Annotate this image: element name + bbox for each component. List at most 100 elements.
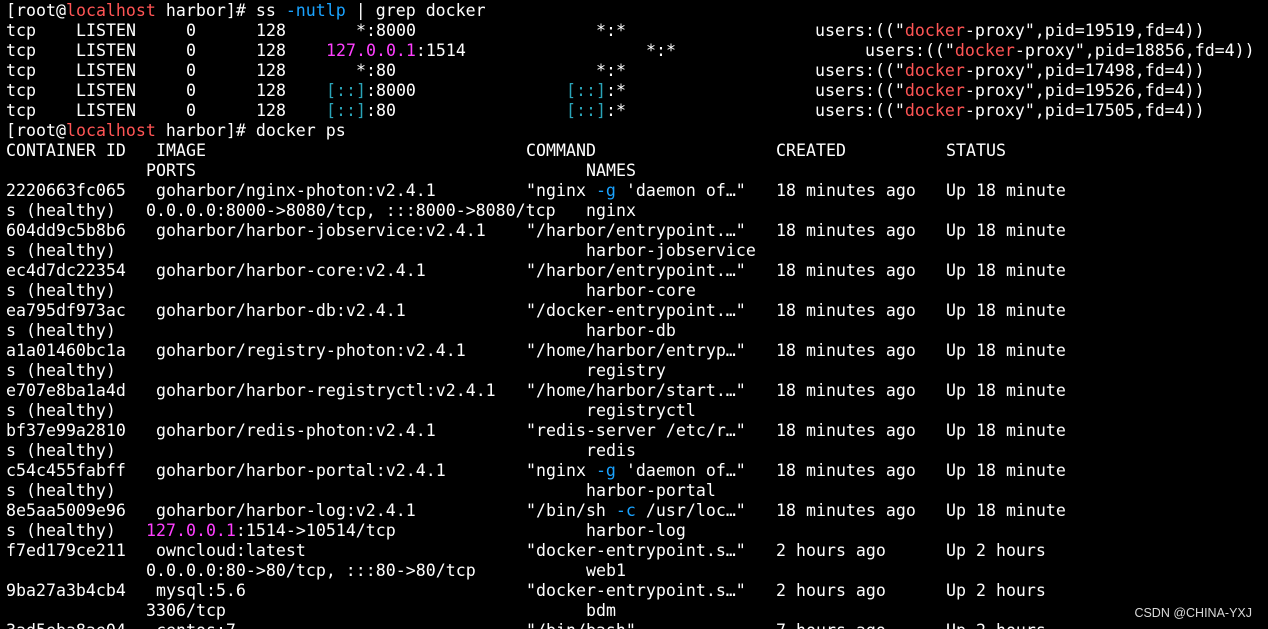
header-names: NAMES — [586, 161, 636, 180]
container-created: 7 hours ago — [776, 621, 886, 629]
container-image: goharbor/harbor-db:v2.4.1 — [156, 301, 406, 320]
ss-recvq: 0 — [186, 61, 196, 80]
terminal-window[interactable]: [root@localhost harbor]# ss -nutlp | gre… — [6, 1, 1268, 629]
container-status-cont: s (healthy) — [6, 241, 116, 260]
container-name: bdm — [586, 601, 616, 620]
container-row: e707e8ba1a4d goharbor/harbor-registryctl… — [6, 381, 1268, 401]
container-id: ec4d7dc22354 — [6, 261, 126, 280]
container-name: harbor-portal — [586, 481, 716, 500]
container-image: goharbor/harbor-registryctl:v2.4.1 — [156, 381, 496, 400]
header-created: CREATED — [776, 141, 846, 160]
ss-state: LISTEN — [76, 101, 136, 120]
ss-row: tcp LISTEN 0 128 [::]:80 [::]:* users:((… — [6, 101, 1268, 121]
ss-proto: tcp — [6, 81, 36, 100]
container-row: 8e5aa5009e96 goharbor/harbor-log:v2.4.1 … — [6, 501, 1268, 521]
ss-peer-address: *:* — [596, 21, 626, 40]
container-row-cont: s (healthy) harbor-portal — [6, 481, 1268, 501]
container-image: goharbor/harbor-core:v2.4.1 — [156, 261, 426, 280]
container-status-cont: s (healthy) — [6, 281, 116, 300]
container-status: Up 18 minute — [946, 181, 1066, 200]
command-text: | grep docker — [345, 1, 486, 20]
container-command: "/harbor/entrypoint.…" — [526, 261, 746, 280]
container-id: ea795df973ac — [6, 301, 126, 320]
container-row-cont: s (healthy) harbor-jobservice — [6, 241, 1268, 261]
header-status: STATUS — [946, 141, 1006, 160]
container-status: Up 2 hours — [946, 581, 1046, 600]
ss-sendq: 128 — [256, 61, 286, 80]
container-image: goharbor/harbor-portal:v2.4.1 — [156, 461, 446, 480]
command-text: docker ps — [255, 121, 346, 140]
prompt-host: localhost — [65, 1, 156, 20]
container-image: owncloud:latest — [156, 541, 306, 560]
ss-peer-address: [::]:* — [566, 101, 626, 120]
container-name: web1 — [586, 561, 626, 580]
ss-process: users:(("docker-proxy",pid=19526,fd=4)) — [815, 81, 1205, 100]
container-row: 3ad5eba8ae04 centos:7 "/bin/bash" 7 hour… — [6, 621, 1268, 629]
container-id: 3ad5eba8ae04 — [6, 621, 126, 629]
container-ports: 3306/tcp — [146, 601, 226, 620]
container-name: harbor-jobservice — [586, 241, 756, 260]
container-id: 9ba27a3b4cb4 — [6, 581, 126, 600]
container-status: Up 18 minute — [946, 261, 1066, 280]
container-status: Up 2 hours — [946, 541, 1046, 560]
container-image: goharbor/registry-photon:v2.4.1 — [156, 341, 466, 360]
container-ports: 127.0.0.1:1514->10514/tcp — [146, 521, 396, 540]
ss-process: users:(("docker-proxy",pid=18856,fd=4)) — [865, 41, 1255, 60]
container-status: Up 18 minute — [946, 301, 1066, 320]
container-row-cont: s (healthy) 0.0.0.0:8000->8080/tcp, :::8… — [6, 201, 1268, 221]
container-created: 18 minutes ago — [776, 301, 916, 320]
container-name: harbor-log — [586, 521, 686, 540]
ss-process: users:(("docker-proxy",pid=17505,fd=4)) — [815, 101, 1205, 120]
container-created: 18 minutes ago — [776, 421, 916, 440]
container-created: 18 minutes ago — [776, 381, 916, 400]
container-row: 9ba27a3b4cb4 mysql:5.6 "docker-entrypoin… — [6, 581, 1268, 601]
container-created: 18 minutes ago — [776, 221, 916, 240]
container-status-cont: s (healthy) — [6, 201, 116, 220]
ss-process: users:(("docker-proxy",pid=19519,fd=4)) — [815, 21, 1205, 40]
container-name: registry — [586, 361, 666, 380]
container-image: goharbor/harbor-jobservice:v2.4.1 — [156, 221, 486, 240]
container-image: centos:7 — [156, 621, 236, 629]
ss-proto: tcp — [6, 101, 36, 120]
ss-local-address: [::]:8000 — [326, 81, 416, 100]
container-status-cont: s (healthy) — [6, 481, 116, 500]
container-id: 604dd9c5b8b6 — [6, 221, 126, 240]
ss-sendq: 128 — [256, 81, 286, 100]
ss-state: LISTEN — [76, 41, 136, 60]
container-command: "/bin/bash" — [526, 621, 636, 629]
ss-sendq: 128 — [256, 41, 286, 60]
ps-header: PORTS NAMES — [6, 161, 1268, 181]
container-status: Up 2 hours — [946, 621, 1046, 629]
container-command: "nginx -g 'daemon of…" — [526, 181, 746, 200]
container-command: "/home/harbor/entryp…" — [526, 341, 746, 360]
prompt-line: [root@localhost harbor]# ss -nutlp | gre… — [6, 1, 486, 20]
ss-sendq: 128 — [256, 21, 286, 40]
container-command: "/bin/sh -c /usr/loc…" — [526, 501, 746, 520]
command-flag: -nutlp — [285, 1, 346, 20]
container-name: redis — [586, 441, 636, 460]
ss-row: tcp LISTEN 0 128 *:8000 *:* users:(("doc… — [6, 21, 1268, 41]
ss-local-address: *:80 — [356, 61, 396, 80]
container-command: "/harbor/entrypoint.…" — [526, 221, 746, 240]
ss-recvq: 0 — [186, 41, 196, 60]
container-row-cont: s (healthy) redis — [6, 441, 1268, 461]
header-ports: PORTS — [146, 161, 196, 180]
container-row: ec4d7dc22354 goharbor/harbor-core:v2.4.1… — [6, 261, 1268, 281]
header-container-id: CONTAINER ID — [6, 141, 126, 160]
container-status: Up 18 minute — [946, 221, 1066, 240]
container-row: f7ed179ce211 owncloud:latest "docker-ent… — [6, 541, 1268, 561]
container-command: "/docker-entrypoint.…" — [526, 301, 746, 320]
watermark: CSDN @CHINA-YXJ — [1134, 606, 1252, 620]
container-created: 18 minutes ago — [776, 501, 916, 520]
ss-row: tcp LISTEN 0 128 127.0.0.1:1514 *:* user… — [6, 41, 1268, 61]
ss-proto: tcp — [6, 41, 36, 60]
container-command: "redis-server /etc/r…" — [526, 421, 746, 440]
ss-process: users:(("docker-proxy",pid=17498,fd=4)) — [815, 61, 1205, 80]
container-status-cont: s (healthy) — [6, 441, 116, 460]
ss-row: tcp LISTEN 0 128 [::]:8000 [::]:* users:… — [6, 81, 1268, 101]
container-id: e707e8ba1a4d — [6, 381, 126, 400]
container-row-cont: s (healthy) 127.0.0.1:1514->10514/tcp ha… — [6, 521, 1268, 541]
container-image: goharbor/nginx-photon:v2.4.1 — [156, 181, 436, 200]
ss-sendq: 128 — [256, 101, 286, 120]
ss-peer-address: *:* — [646, 41, 676, 60]
